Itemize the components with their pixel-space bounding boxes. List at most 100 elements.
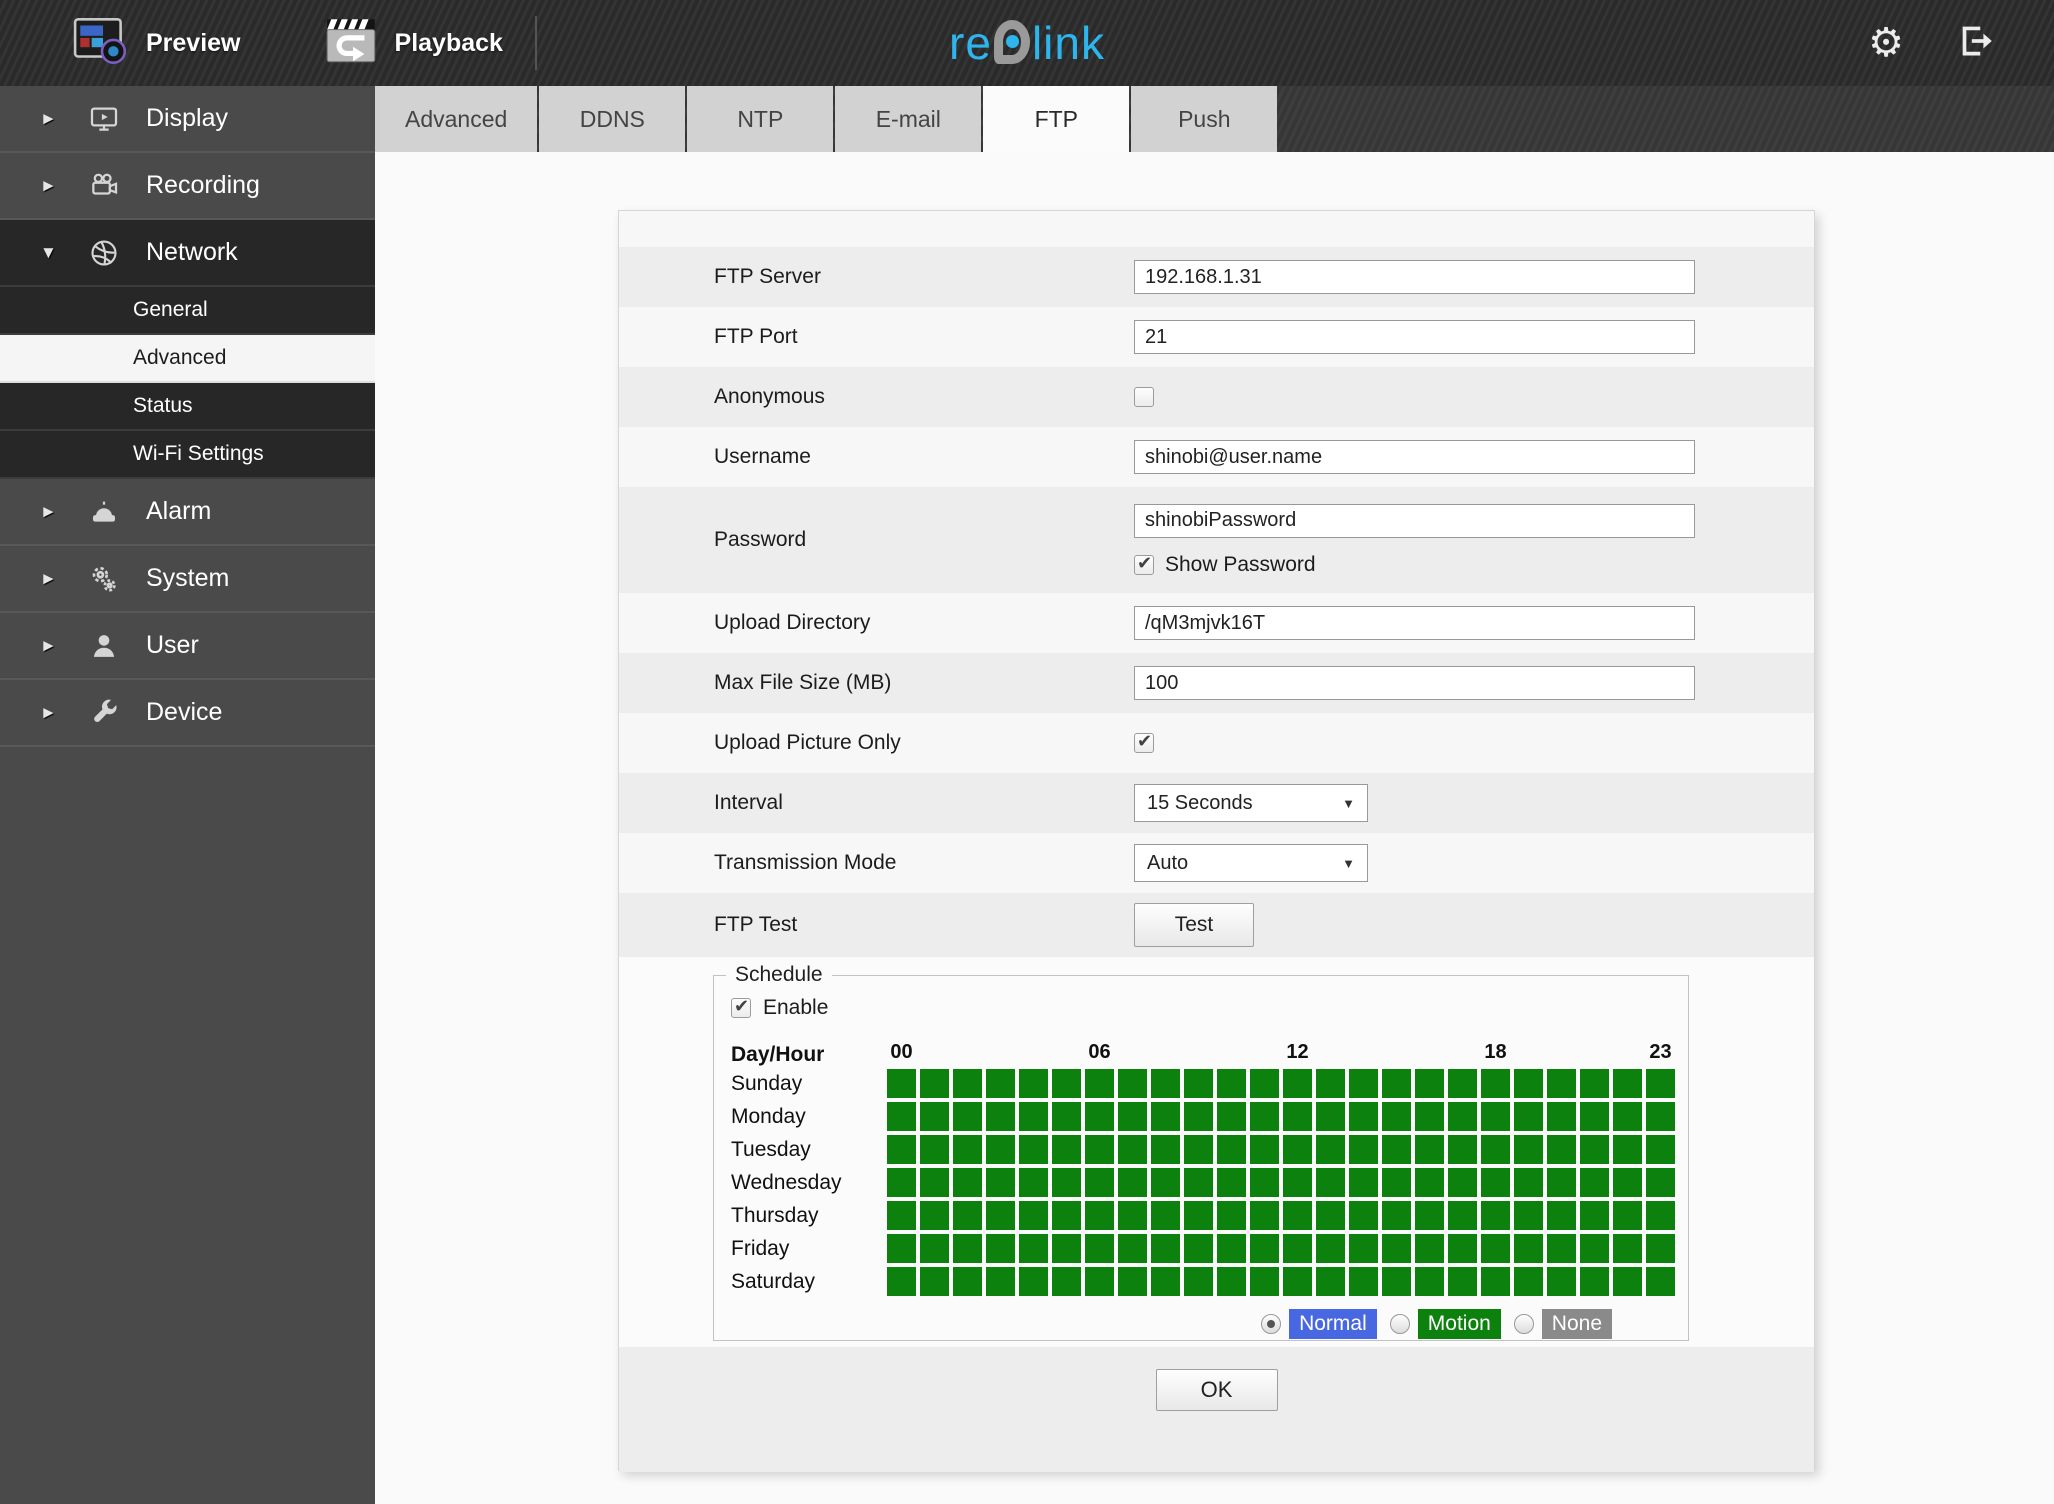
schedule-cell[interactable] <box>1085 1201 1114 1230</box>
schedule-cell[interactable] <box>1019 1267 1048 1296</box>
mode-radio-motion[interactable] <box>1389 1314 1410 1334</box>
schedule-cell[interactable] <box>1283 1135 1312 1164</box>
mode-option-none[interactable]: None <box>1513 1309 1612 1339</box>
sidebar-item-user[interactable]: ► User <box>0 613 375 680</box>
schedule-cell[interactable] <box>986 1168 1015 1197</box>
mode-option-normal[interactable]: Normal <box>1261 1309 1377 1339</box>
schedule-cell[interactable] <box>1316 1069 1345 1098</box>
schedule-cell[interactable] <box>1448 1168 1477 1197</box>
schedule-cell[interactable] <box>1052 1102 1081 1131</box>
schedule-cell[interactable] <box>1184 1267 1213 1296</box>
schedule-cell[interactable] <box>1151 1201 1180 1230</box>
max-file-size-input[interactable] <box>1134 666 1695 700</box>
schedule-cell[interactable] <box>1283 1201 1312 1230</box>
schedule-cell[interactable] <box>1613 1168 1642 1197</box>
schedule-cell[interactable] <box>1349 1135 1378 1164</box>
transmission-mode-select[interactable]: Auto ▼ <box>1134 844 1368 882</box>
schedule-cell[interactable] <box>986 1102 1015 1131</box>
schedule-cell[interactable] <box>1481 1234 1510 1263</box>
schedule-cell[interactable] <box>1481 1168 1510 1197</box>
password-input[interactable] <box>1134 503 1695 538</box>
schedule-cell[interactable] <box>986 1234 1015 1263</box>
schedule-cell[interactable] <box>887 1135 916 1164</box>
schedule-cell[interactable] <box>1481 1201 1510 1230</box>
schedule-cell[interactable] <box>1085 1168 1114 1197</box>
schedule-cell[interactable] <box>986 1069 1015 1098</box>
schedule-cell[interactable] <box>1316 1135 1345 1164</box>
schedule-cell[interactable] <box>887 1234 916 1263</box>
schedule-cell[interactable] <box>1547 1267 1576 1296</box>
schedule-cell[interactable] <box>1052 1267 1081 1296</box>
schedule-cell[interactable] <box>1316 1102 1345 1131</box>
upload-picture-only-checkbox[interactable] <box>1134 731 1154 753</box>
schedule-cell[interactable] <box>1151 1267 1180 1296</box>
schedule-cell[interactable] <box>1514 1069 1543 1098</box>
schedule-cell[interactable] <box>1217 1234 1246 1263</box>
schedule-cell[interactable] <box>1184 1234 1213 1263</box>
schedule-cell[interactable] <box>1052 1201 1081 1230</box>
sidebar-item-advanced[interactable]: Advanced <box>0 335 375 383</box>
schedule-cell[interactable] <box>1349 1201 1378 1230</box>
schedule-cell[interactable] <box>1085 1069 1114 1098</box>
schedule-cell[interactable] <box>1382 1069 1411 1098</box>
schedule-cell[interactable] <box>1217 1069 1246 1098</box>
schedule-cell[interactable] <box>1349 1234 1378 1263</box>
schedule-cell[interactable] <box>1382 1201 1411 1230</box>
schedule-cell[interactable] <box>1349 1102 1378 1131</box>
upload-directory-input[interactable] <box>1134 606 1695 640</box>
schedule-cell[interactable] <box>920 1102 949 1131</box>
preview-button[interactable]: Preview <box>72 16 241 71</box>
schedule-cell[interactable] <box>1415 1102 1444 1131</box>
settings-gear-icon[interactable]: ⚙ <box>1868 23 1904 63</box>
sidebar-item-wi-fi-settings[interactable]: Wi-Fi Settings <box>0 431 375 479</box>
schedule-cell[interactable] <box>1547 1135 1576 1164</box>
schedule-cell[interactable] <box>1250 1069 1279 1098</box>
logout-icon[interactable] <box>1954 20 1996 67</box>
schedule-cell[interactable] <box>1514 1267 1543 1296</box>
schedule-cell[interactable] <box>953 1234 982 1263</box>
sidebar-item-display[interactable]: ► Display <box>0 86 375 153</box>
schedule-cell[interactable] <box>1283 1102 1312 1131</box>
mode-radio-none[interactable] <box>1513 1314 1534 1334</box>
schedule-cell[interactable] <box>1448 1069 1477 1098</box>
schedule-cell[interactable] <box>1613 1234 1642 1263</box>
schedule-cell[interactable] <box>1349 1069 1378 1098</box>
tab-e-mail[interactable]: E-mail <box>835 86 982 152</box>
schedule-cell[interactable] <box>1349 1267 1378 1296</box>
schedule-cell[interactable] <box>986 1267 1015 1296</box>
schedule-cell[interactable] <box>887 1168 916 1197</box>
schedule-cell[interactable] <box>1250 1267 1279 1296</box>
schedule-cell[interactable] <box>1250 1135 1279 1164</box>
schedule-cell[interactable] <box>1019 1069 1048 1098</box>
schedule-cell[interactable] <box>1514 1102 1543 1131</box>
schedule-cell[interactable] <box>1580 1267 1609 1296</box>
schedule-cell[interactable] <box>1481 1102 1510 1131</box>
tab-advanced[interactable]: Advanced <box>375 86 538 152</box>
schedule-cell[interactable] <box>1085 1135 1114 1164</box>
schedule-cell[interactable] <box>1481 1069 1510 1098</box>
schedule-cell[interactable] <box>1613 1135 1642 1164</box>
schedule-cell[interactable] <box>887 1102 916 1131</box>
schedule-cell[interactable] <box>1151 1168 1180 1197</box>
schedule-cell[interactable] <box>1547 1234 1576 1263</box>
schedule-cell[interactable] <box>1118 1102 1147 1131</box>
schedule-cell[interactable] <box>1547 1201 1576 1230</box>
schedule-cell[interactable] <box>1283 1168 1312 1197</box>
schedule-cell[interactable] <box>1019 1234 1048 1263</box>
schedule-cell[interactable] <box>1052 1135 1081 1164</box>
schedule-cell[interactable] <box>1415 1168 1444 1197</box>
schedule-cell[interactable] <box>953 1267 982 1296</box>
schedule-cell[interactable] <box>1151 1135 1180 1164</box>
schedule-enable-checkbox[interactable] <box>731 996 751 1018</box>
tab-ftp[interactable]: FTP <box>983 86 1130 152</box>
schedule-cell[interactable] <box>1085 1267 1114 1296</box>
schedule-cell[interactable] <box>1217 1102 1246 1131</box>
schedule-cell[interactable] <box>887 1201 916 1230</box>
schedule-cell[interactable] <box>1613 1201 1642 1230</box>
schedule-cell[interactable] <box>1217 1201 1246 1230</box>
schedule-cell[interactable] <box>1481 1267 1510 1296</box>
schedule-cell[interactable] <box>1283 1267 1312 1296</box>
schedule-cell[interactable] <box>1118 1069 1147 1098</box>
schedule-cell[interactable] <box>1514 1135 1543 1164</box>
schedule-cell[interactable] <box>1085 1102 1114 1131</box>
